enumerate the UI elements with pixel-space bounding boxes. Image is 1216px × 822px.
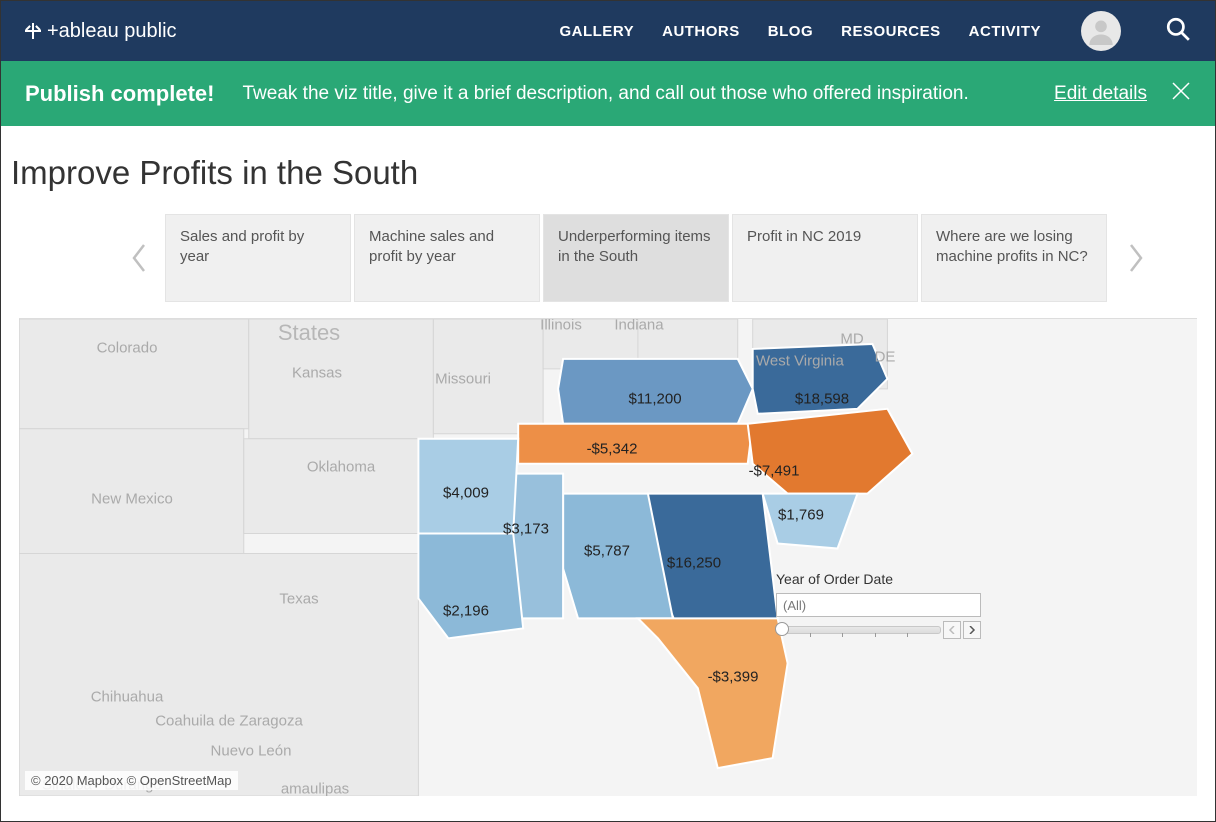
nav-activity[interactable]: ACTIVITY bbox=[969, 23, 1041, 40]
state-label-ms: $3,173 bbox=[503, 521, 549, 538]
avatar[interactable] bbox=[1081, 11, 1121, 51]
nav-gallery[interactable]: GALLERY bbox=[559, 23, 634, 40]
story-tab-1[interactable]: Machine sales and profit by year bbox=[354, 214, 540, 302]
bg-label-missouri: Missouri bbox=[435, 371, 491, 388]
map-viz[interactable]: States Colorado Kansas Missouri Illinois… bbox=[19, 318, 1197, 796]
bg-label-indiana: Indiana bbox=[614, 318, 663, 334]
slider-prev-button[interactable] bbox=[943, 621, 961, 639]
story-tab-label: Machine sales and profit by year bbox=[369, 228, 494, 265]
state-label-ar: $4,009 bbox=[443, 485, 489, 502]
slider-next-button[interactable] bbox=[963, 621, 981, 639]
story-tab-label: Underperforming items in the South bbox=[558, 228, 711, 265]
state-label-la: $2,196 bbox=[443, 603, 489, 620]
chevron-right-icon bbox=[968, 626, 976, 634]
logo-text: +ableau public bbox=[47, 20, 177, 43]
bg-label-newmexico: New Mexico bbox=[91, 491, 173, 508]
page-title: Improve Profits in the South bbox=[11, 154, 1205, 192]
bg-label-tamaulipas: amaulipas bbox=[281, 781, 349, 797]
story-tab-0[interactable]: Sales and profit by year bbox=[165, 214, 351, 302]
filter-title: Year of Order Date bbox=[776, 571, 981, 587]
top-bar: +ableau public GALLERY AUTHORS BLOG RESO… bbox=[1, 1, 1215, 61]
chevron-left-icon bbox=[948, 626, 956, 634]
map-attribution: © 2020 Mapbox © OpenStreetMap bbox=[25, 771, 238, 790]
state-label-sc: $1,769 bbox=[778, 507, 824, 524]
bg-label-illinois: Illinois bbox=[540, 318, 582, 334]
user-icon bbox=[1087, 17, 1115, 45]
year-slider[interactable] bbox=[776, 626, 941, 634]
state-label-ky: $11,200 bbox=[628, 391, 681, 408]
state-label-ga: $16,250 bbox=[667, 555, 721, 572]
story-tab-3[interactable]: Profit in NC 2019 bbox=[732, 214, 918, 302]
slider-thumb[interactable] bbox=[775, 622, 789, 636]
bg-label-md: MD bbox=[840, 331, 863, 348]
state-label-nc: -$7,491 bbox=[749, 463, 800, 480]
banner-message: Tweak the viz title, give it a brief des… bbox=[242, 83, 1026, 105]
bg-label-chihuahua: Chihuahua bbox=[91, 689, 164, 706]
content: Improve Profits in the South Sales and p… bbox=[1, 126, 1215, 796]
state-label-va: $18,598 bbox=[795, 391, 849, 408]
story-point-bar: Sales and profit by year Machine sales a… bbox=[11, 214, 1205, 312]
story-tab-4[interactable]: Where are we losing machine profits in N… bbox=[921, 214, 1107, 302]
publish-banner: Publish complete! Tweak the viz title, g… bbox=[1, 61, 1215, 126]
bg-label-kansas: Kansas bbox=[292, 365, 342, 382]
chevron-right-icon bbox=[1127, 243, 1145, 273]
story-tab-label: Sales and profit by year bbox=[180, 228, 304, 265]
year-select[interactable]: (All) bbox=[776, 593, 981, 617]
banner-title: Publish complete! bbox=[25, 81, 214, 107]
year-select-value: (All) bbox=[783, 598, 806, 613]
story-next-button[interactable] bbox=[1118, 214, 1154, 302]
story-tab-label: Profit in NC 2019 bbox=[747, 228, 861, 245]
nav-resources[interactable]: RESOURCES bbox=[841, 23, 941, 40]
logo[interactable]: +ableau public bbox=[23, 20, 177, 43]
edit-details-link[interactable]: Edit details bbox=[1054, 83, 1147, 105]
story-tab-label: Where are we losing machine profits in N… bbox=[936, 228, 1088, 265]
bg-label-colorado: Colorado bbox=[97, 340, 158, 357]
bg-label-oklahoma: Oklahoma bbox=[307, 459, 375, 476]
chevron-left-icon bbox=[130, 243, 148, 273]
bg-label-nuevoleon: Nuevo León bbox=[211, 743, 292, 760]
bg-label-wv: West Virginia bbox=[756, 353, 826, 370]
search-icon bbox=[1165, 16, 1191, 42]
state-label-tn: -$5,342 bbox=[587, 441, 638, 458]
bg-label-coahuila: Coahuila de Zaragoza bbox=[155, 713, 303, 730]
tableau-logo-icon bbox=[23, 21, 43, 41]
bg-label-de: DE bbox=[875, 349, 896, 366]
bg-label-states: States bbox=[278, 320, 340, 346]
state-label-al: $5,787 bbox=[584, 543, 630, 560]
nav: GALLERY AUTHORS BLOG RESOURCES ACTIVITY bbox=[559, 11, 1191, 51]
year-filter: Year of Order Date (All) bbox=[776, 571, 981, 639]
bg-label-texas: Texas bbox=[279, 591, 318, 608]
story-tab-2[interactable]: Underperforming items in the South bbox=[543, 214, 729, 302]
state-label-fl: -$3,399 bbox=[708, 669, 759, 686]
close-icon bbox=[1171, 81, 1191, 101]
nav-blog[interactable]: BLOG bbox=[768, 23, 813, 40]
story-prev-button[interactable] bbox=[121, 214, 157, 302]
close-button[interactable] bbox=[1171, 81, 1191, 107]
search-button[interactable] bbox=[1165, 16, 1191, 47]
nav-authors[interactable]: AUTHORS bbox=[662, 23, 740, 40]
